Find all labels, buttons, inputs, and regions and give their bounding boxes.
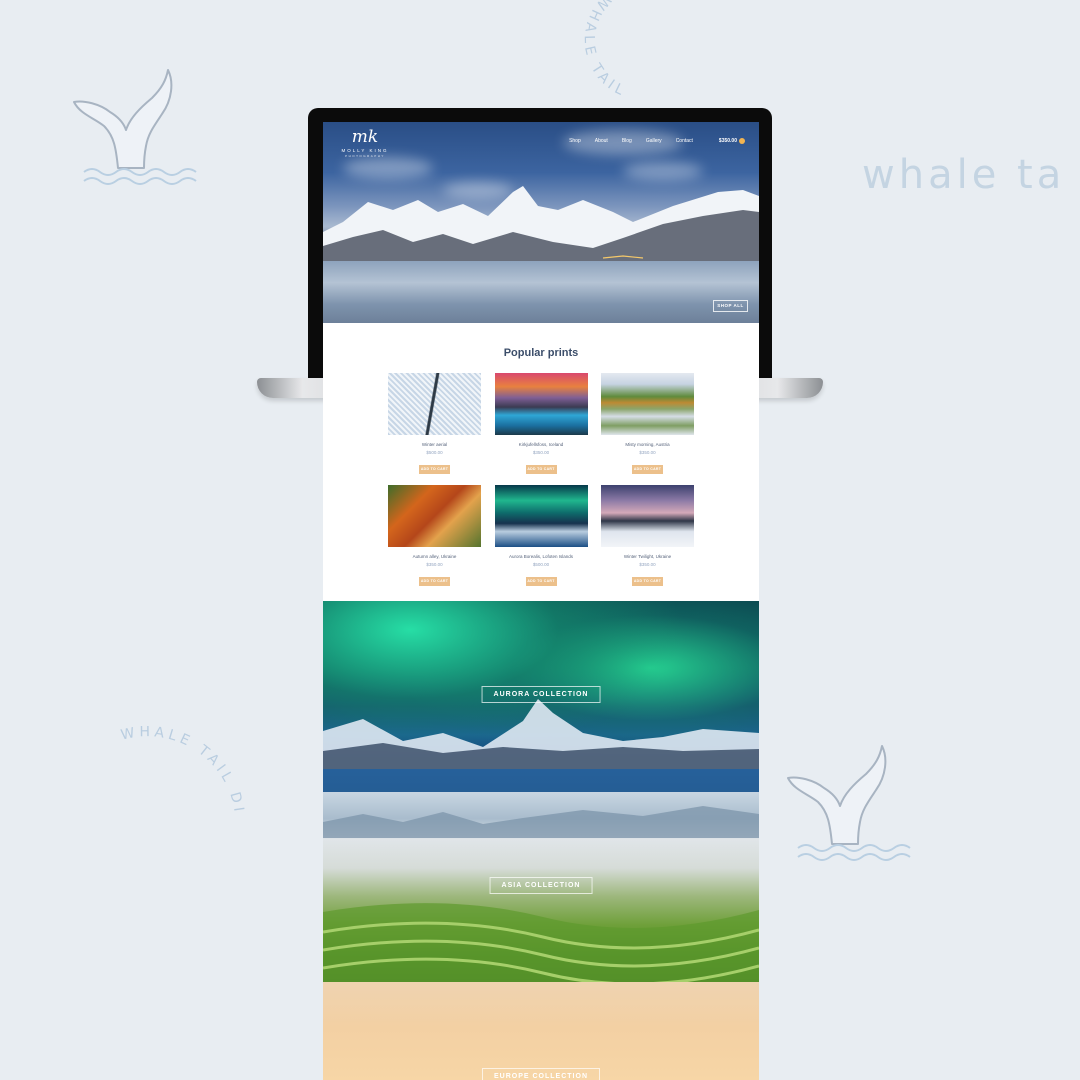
europe-collection-button[interactable]: EUROPE COLLECTION xyxy=(481,1068,601,1080)
main-nav: Shop About Blog Gallery Contact $350.00 xyxy=(569,138,745,144)
site-logo[interactable]: mk MOLLY KING PHOTOGRAPHY xyxy=(335,128,395,158)
nav-gallery[interactable]: Gallery xyxy=(646,138,662,144)
asia-collection-banner: ASIA COLLECTION xyxy=(323,792,759,982)
product-image[interactable] xyxy=(601,485,694,547)
add-to-cart-button[interactable]: ADD TO CART xyxy=(632,465,663,474)
whale-tail-icon xyxy=(70,68,205,193)
curved-text-top: WHALE TAIL xyxy=(581,0,626,100)
nav-contact[interactable]: Contact xyxy=(676,138,693,144)
mountain-range xyxy=(323,186,759,262)
europe-collection-banner: EUROPE COLLECTION xyxy=(323,982,759,1080)
product-image[interactable] xyxy=(494,485,588,547)
product-card: Autumn alley, Ukraine $350.00 ADD TO CAR… xyxy=(388,485,481,587)
hero-section: mk MOLLY KING PHOTOGRAPHY Shop About Blo… xyxy=(323,122,759,323)
aurora-collection-button[interactable]: AURORA COLLECTION xyxy=(481,686,601,703)
product-price: $350.00 xyxy=(639,450,656,455)
add-to-cart-button[interactable]: ADD TO CART xyxy=(525,465,557,474)
svg-text:WHALE TAIL: WHALE TAIL xyxy=(581,0,630,100)
product-image[interactable] xyxy=(388,485,481,547)
cloud xyxy=(343,157,433,179)
cloud xyxy=(623,162,703,180)
logo-name: MOLLY KING xyxy=(341,148,389,153)
nav-blog[interactable]: Blog xyxy=(622,138,632,144)
section-title: Popular prints xyxy=(503,347,579,359)
nav-shop[interactable]: Shop xyxy=(569,138,581,144)
popular-prints-section: Popular prints Winter aerial $500.00 ADD… xyxy=(323,323,759,601)
product-card: Winter aerial $500.00 ADD TO CART xyxy=(388,373,481,475)
aurora-collection-banner: AURORA COLLECTION xyxy=(323,601,759,792)
product-card: Winter Twilight, Ukraine $350.00 ADD TO … xyxy=(601,485,694,587)
shop-all-button[interactable]: SHOP ALL xyxy=(713,300,748,312)
svg-text:WHALE TAIL DIGITAL: WHALE TAIL DIGITAL xyxy=(93,668,247,816)
product-card: Aurora Borealis, Lofoten Islands $500.00… xyxy=(494,485,588,587)
product-image[interactable] xyxy=(601,373,694,435)
logo-subtitle: PHOTOGRAPHY xyxy=(345,154,385,158)
product-card: Misty morning, Austria $350.00 ADD TO CA… xyxy=(601,373,694,475)
product-grid: Winter aerial $500.00 ADD TO CART Kirkju… xyxy=(388,373,695,587)
brand-wordmark: whale ta xyxy=(862,152,1066,198)
lake-reflection xyxy=(323,261,759,323)
product-price: $350.00 xyxy=(639,562,656,567)
nav-about[interactable]: About xyxy=(595,138,608,144)
cart-button[interactable]: $350.00 xyxy=(719,138,745,144)
logo-mark: mk xyxy=(351,127,379,147)
add-to-cart-button[interactable]: ADD TO CART xyxy=(419,577,450,586)
whale-tail-icon xyxy=(784,744,919,869)
curved-brand-text-left: WHALE TAIL DIGITAL xyxy=(93,668,300,880)
product-price: $350.00 xyxy=(426,562,443,567)
product-card: Kirkjufellsfoss, Iceland $350.00 ADD TO … xyxy=(494,373,588,475)
curved-text-left: WHALE TAIL DIGITAL xyxy=(93,668,243,816)
asia-collection-button[interactable]: ASIA COLLECTION xyxy=(489,877,593,894)
product-price: $500.00 xyxy=(426,450,443,455)
product-price: $350.00 xyxy=(532,450,550,455)
cart-total: $350.00 xyxy=(718,138,737,144)
add-to-cart-button[interactable]: ADD TO CART xyxy=(632,577,663,586)
add-to-cart-button[interactable]: ADD TO CART xyxy=(419,465,450,474)
website-preview: mk MOLLY KING PHOTOGRAPHY Shop About Blo… xyxy=(323,122,759,1080)
add-to-cart-button[interactable]: ADD TO CART xyxy=(525,577,557,586)
product-image[interactable] xyxy=(388,373,481,435)
cart-icon xyxy=(739,138,745,144)
curved-brand-text-top: WHALE TAIL xyxy=(560,0,720,100)
product-price: $500.00 xyxy=(532,562,550,567)
product-image[interactable] xyxy=(494,373,588,435)
